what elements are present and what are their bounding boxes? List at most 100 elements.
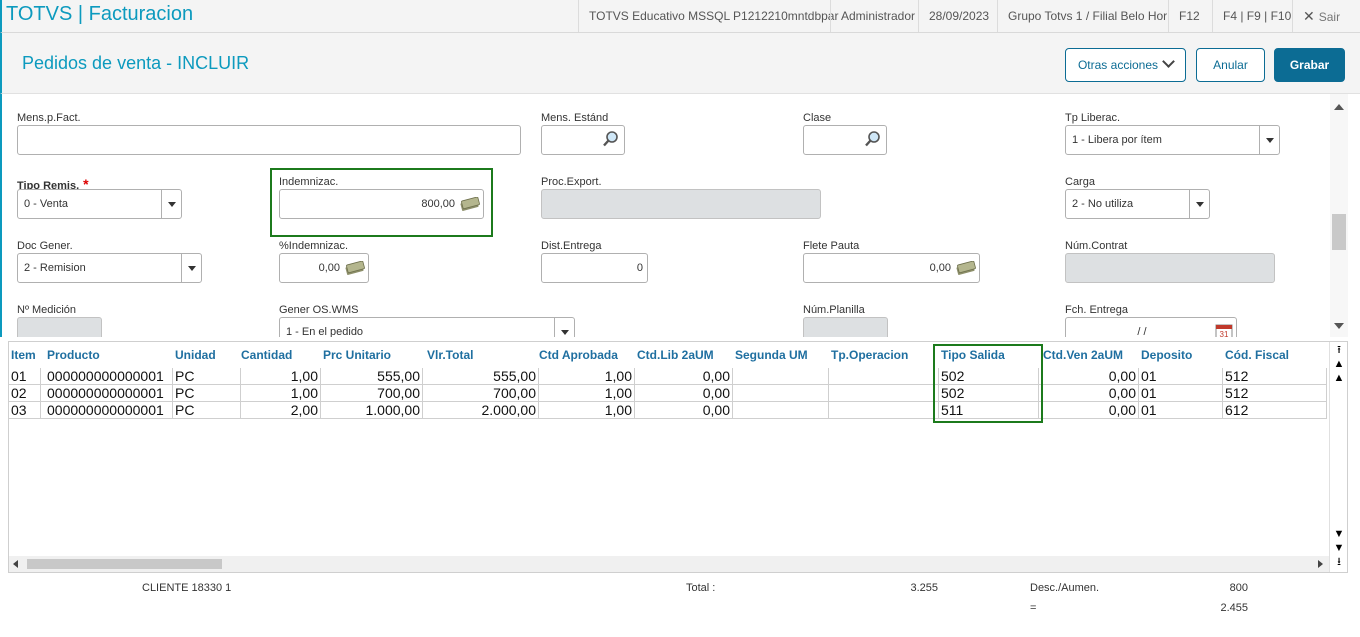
n-medicion-input[interactable] [17,317,102,337]
table-cell[interactable]: 1,00 [537,402,635,419]
exit-button[interactable]: ✕ Sair [1292,0,1340,32]
column-header[interactable]: Vlr.Total [427,348,473,362]
table-row[interactable]: 01 000000000000001 PC 1,00 555,00 555,00 1,00 0… [9,368,1327,385]
save-button[interactable]: Grabar [1274,48,1345,82]
table-cell[interactable]: 511 [939,402,1039,419]
table-cell[interactable]: PC [173,402,241,419]
table-cell[interactable] [733,402,829,419]
table-cell[interactable]: 1,00 [537,385,635,402]
carga-select[interactable]: 2 - No utiliza [1065,189,1210,219]
table-cell[interactable]: PC [173,368,241,385]
table-cell[interactable]: 01 [1139,368,1223,385]
table-cell[interactable]: 02 [9,385,41,402]
table-cell[interactable]: 700,00 [425,385,539,402]
column-header[interactable]: Producto [47,348,100,362]
scroll-left-icon[interactable] [13,560,18,568]
table-cell[interactable]: 1,00 [239,368,321,385]
proc-export-input[interactable] [541,189,821,219]
column-header[interactable]: Ctd.Lib 2aUM [637,348,714,362]
scroll-last-icon[interactable]: ⭳ [1333,556,1345,568]
scroll-right-icon[interactable] [1318,560,1323,568]
mens-fact-input[interactable] [17,125,521,155]
scroll-page-up-icon[interactable]: ▲ [1333,358,1345,370]
table-cell[interactable]: 700,00 [321,385,423,402]
table-cell[interactable]: 0,00 [1041,385,1139,402]
column-header[interactable]: Ctd.Ven 2aUM [1043,348,1123,362]
column-header[interactable]: Ctd Aprobada [539,348,618,362]
dropdown-arrow-icon[interactable] [1189,190,1209,218]
column-header[interactable]: Cód. Fiscal [1225,348,1289,362]
table-cell[interactable]: 2.000,00 [425,402,539,419]
column-header[interactable]: Segunda UM [735,348,808,362]
money-icon[interactable] [460,197,480,211]
tp-liberac-select[interactable]: 1 - Libera por ítem [1065,125,1280,155]
column-header[interactable]: Prc Unitario [323,348,391,362]
table-cell[interactable] [829,402,939,419]
date-label[interactable]: 28/09/2023 [918,0,989,32]
table-cell[interactable] [733,385,829,402]
more-actions-button[interactable]: Otras acciones [1065,48,1186,82]
num-contrat-input[interactable] [1065,253,1275,283]
search-icon[interactable] [602,130,620,148]
table-cell[interactable] [829,385,939,402]
column-header[interactable]: Tipo Salida [941,348,1005,362]
form-vertical-scrollbar[interactable] [1330,94,1348,337]
clase-input[interactable] [803,125,887,155]
function-shortcuts[interactable]: F4 | F9 | F10 [1212,0,1291,32]
scroll-down-icon[interactable] [1334,323,1344,329]
scroll-up-icon[interactable]: ▲ [1333,372,1345,384]
money-icon[interactable] [956,261,976,275]
scroll-thumb[interactable] [1332,214,1346,250]
table-cell[interactable]: 01 [1139,402,1223,419]
scroll-up-icon[interactable] [1334,104,1344,110]
f12-shortcut[interactable]: F12 [1168,0,1200,32]
table-cell[interactable]: PC [173,385,241,402]
mens-estandar-input[interactable] [541,125,625,155]
indemnizac-input[interactable]: 800,00 [279,189,484,219]
grid-scroll-thumb[interactable] [27,559,222,569]
table-cell[interactable]: 502 [939,368,1039,385]
table-cell[interactable]: 1.000,00 [321,402,423,419]
num-planilla-input[interactable] [803,317,888,337]
flete-pauta-input[interactable]: 0,00 [803,253,980,283]
table-cell[interactable]: 000000000000001 [45,368,173,385]
search-icon[interactable] [864,130,882,148]
table-cell[interactable]: 1,00 [239,385,321,402]
table-cell[interactable]: 0,00 [1041,402,1139,419]
grid-vertical-scrollbar[interactable]: ⭱ ▲ ▲ ▼ ▼ ⭳ [1329,342,1347,572]
table-cell[interactable]: 512 [1223,368,1327,385]
column-header[interactable]: Item [11,348,36,362]
table-cell[interactable]: 612 [1223,402,1327,419]
table-cell[interactable]: 2,00 [239,402,321,419]
column-header[interactable]: Tp.Operacion [831,348,908,362]
table-cell[interactable]: 0,00 [635,368,733,385]
dropdown-arrow-icon[interactable] [181,254,201,282]
user-label[interactable]: Administrador [830,0,915,32]
table-cell[interactable]: 0,00 [635,402,733,419]
table-row[interactable]: 02 000000000000001 PC 1,00 700,00 700,00 1,00 0… [9,385,1327,402]
table-cell[interactable]: 512 [1223,385,1327,402]
scroll-page-down-icon[interactable]: ▼ [1333,542,1345,554]
table-row[interactable]: 03 000000000000001 PC 2,00 1.000,00 2.000,00 1… [9,402,1327,419]
table-cell[interactable]: 000000000000001 [45,385,173,402]
calendar-icon[interactable]: 31 [1215,322,1233,337]
grid-horizontal-scrollbar[interactable] [9,556,1329,572]
table-cell[interactable] [829,368,939,385]
table-cell[interactable]: 1,00 [537,368,635,385]
tipo-remis-select[interactable]: 0 - Venta [17,189,182,219]
column-header[interactable]: Deposito [1141,348,1192,362]
dropdown-arrow-icon[interactable] [1259,126,1279,154]
table-cell[interactable] [733,368,829,385]
environment-label[interactable]: TOTVS Educativo MSSQL P1212210mntdbpar [578,0,838,32]
table-cell[interactable]: 01 [9,368,41,385]
scroll-first-icon[interactable]: ⭱ [1333,344,1345,356]
table-cell[interactable]: 555,00 [425,368,539,385]
table-cell[interactable]: 01 [1139,385,1223,402]
dist-entrega-input[interactable]: 0 [541,253,648,283]
fch-entrega-input[interactable]: / / 31 [1065,317,1237,337]
gener-os-wms-select[interactable]: 1 - En el pedido [279,317,575,337]
doc-gener-select[interactable]: 2 - Remision [17,253,202,283]
scroll-down-icon[interactable]: ▼ [1333,528,1345,540]
dropdown-arrow-icon[interactable] [554,318,574,337]
table-cell[interactable]: 03 [9,402,41,419]
